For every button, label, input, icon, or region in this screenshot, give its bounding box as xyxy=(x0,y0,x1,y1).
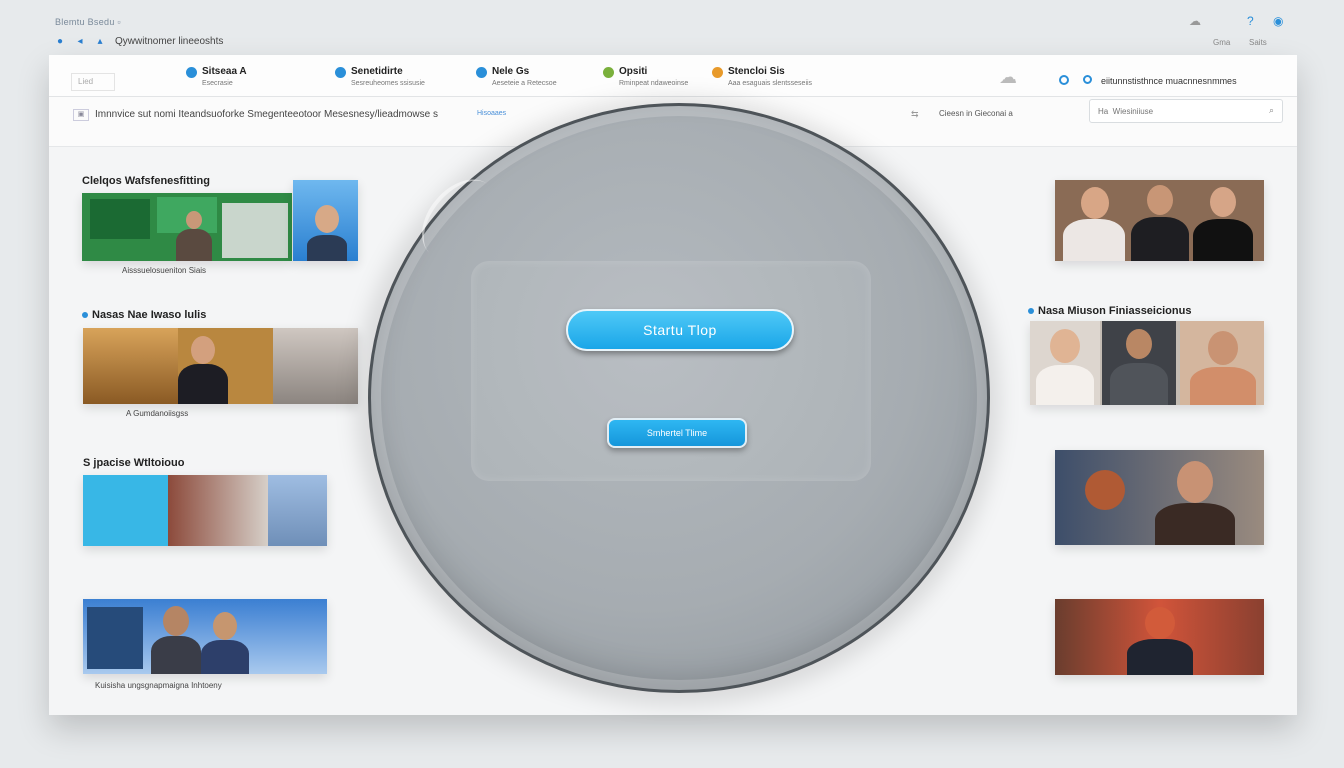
tab-subtitle: Sesreuheomes ssisusie xyxy=(351,80,425,87)
card-image xyxy=(83,328,358,404)
left-card-3[interactable]: S jpacise Wtltoiouo xyxy=(83,453,333,553)
left-card-1[interactable]: Clelqos Wafsfenesfitting Aisssuelosuenit… xyxy=(82,175,362,285)
cloud-icon[interactable]: ☁ xyxy=(1189,14,1201,28)
toolbar-left-box[interactable]: Lied xyxy=(71,73,115,91)
left-card-2[interactable]: Nasas Nae Iwaso lulis A Gumdanoiisgss xyxy=(82,307,362,423)
tab-dot-icon xyxy=(186,67,197,78)
tab-title: Stencloi Sis xyxy=(728,66,785,77)
tab-title: Senetidirte xyxy=(351,66,403,77)
account-icon[interactable] xyxy=(1059,75,1069,85)
tab-subtitle: Aaa esaguais slentsseseiis xyxy=(728,80,813,87)
cloud-sync-icon[interactable]: ☁ xyxy=(999,67,1031,89)
dot-icon xyxy=(82,312,88,319)
wifi-icon[interactable]: ◉ xyxy=(1273,14,1283,28)
profile-image xyxy=(293,180,358,261)
card-image xyxy=(1055,599,1264,675)
search-input[interactable] xyxy=(1090,100,1250,122)
tab-subtitle: Esecrasie xyxy=(202,80,233,87)
card-image xyxy=(82,193,292,261)
top-toolbar: Lied Sitseaa A Esecrasie Senetidirte Ses… xyxy=(49,55,1297,97)
desktop-title: Blemtu Bsedu ▫ xyxy=(55,17,121,27)
center-dial: Startu Tlop Smhertel Tlime xyxy=(368,103,990,693)
pin-icon[interactable]: ● xyxy=(55,36,65,47)
right-card-4[interactable] xyxy=(1055,585,1265,681)
card-image xyxy=(83,475,327,546)
tab-dot-icon xyxy=(476,67,487,78)
timer-button[interactable]: Smhertel Tlime xyxy=(607,418,747,448)
tab-subtitle: Rminpeat ndaweoinse xyxy=(619,80,689,87)
card-heading: Nasas Nae Iwaso lulis xyxy=(82,309,206,321)
address-mid-text: Cieesn in Gieconai a xyxy=(939,109,1013,118)
tab-subtitle: Aeseteie a Retecsoe xyxy=(492,80,557,87)
lock-icon[interactable]: ▴ xyxy=(95,36,105,47)
back-icon[interactable]: ◂ xyxy=(75,36,85,47)
status-label-2: Saits xyxy=(1249,38,1267,47)
card-image xyxy=(1055,180,1264,261)
tab-dot-icon xyxy=(712,67,723,78)
right-card-2[interactable]: Nasa Miuson Finiasseicionus xyxy=(1028,305,1268,405)
card-caption: A Gumdanoiisgss xyxy=(126,409,189,418)
card-image xyxy=(1055,450,1264,545)
dot-icon xyxy=(1028,308,1034,315)
card-caption: Aisssuelosueniton Siais xyxy=(122,266,207,275)
start-button[interactable]: Startu Tlop xyxy=(566,309,794,351)
tab-dot-icon xyxy=(603,67,614,78)
help-icon[interactable]: ? xyxy=(1247,14,1254,28)
address-text[interactable]: Imnnvice sut nomi Iteandsuoforke Smegent… xyxy=(95,109,438,120)
tab-title: Nele Gs xyxy=(492,66,530,77)
desktop-path: Qywwitnomer lineeoshts xyxy=(115,36,224,47)
arrow-icon[interactable]: ⇆ xyxy=(911,109,919,120)
right-card-1[interactable] xyxy=(1055,180,1265,262)
tab-title: Sitseaa A xyxy=(202,66,247,77)
address-link[interactable]: Hisoaaes xyxy=(477,110,506,117)
desktop-status: ☁ ? ◉ Gma Saits xyxy=(1189,14,1299,50)
card-heading: Nasa Miuson Finiasseicionus xyxy=(1028,305,1191,317)
disc-panel xyxy=(471,261,871,481)
page-icon: ▣ xyxy=(73,109,89,121)
search-box[interactable]: ⌕ xyxy=(1089,99,1283,123)
info-icon[interactable] xyxy=(1083,75,1092,84)
card-image xyxy=(1030,321,1264,405)
left-card-4[interactable]: Kuisisha ungsgnapmaigna Inhtoeny xyxy=(83,595,333,695)
search-icon[interactable]: ⌕ xyxy=(1269,105,1274,116)
desktop-header: Blemtu Bsedu ▫ ● ◂ ▴ Qywwitnomer lineeos… xyxy=(0,0,1344,55)
card-heading: S jpacise Wtltoiouo xyxy=(83,457,185,469)
right-card-3[interactable] xyxy=(1055,450,1265,546)
desktop-toolbar: ● ◂ ▴ Qywwitnomer lineeoshts xyxy=(55,36,223,47)
tab-dot-icon xyxy=(335,67,346,78)
card-caption: Kuisisha ungsgnapmaigna Inhtoeny xyxy=(95,681,222,690)
tab-title: Opsiti xyxy=(619,66,648,77)
card-heading: Clelqos Wafsfenesfitting xyxy=(82,175,210,187)
status-label-1: Gma xyxy=(1213,38,1231,47)
card-image xyxy=(83,599,327,674)
account-label: eiitunnstisthnce muacnnesnmmes xyxy=(1101,76,1237,86)
